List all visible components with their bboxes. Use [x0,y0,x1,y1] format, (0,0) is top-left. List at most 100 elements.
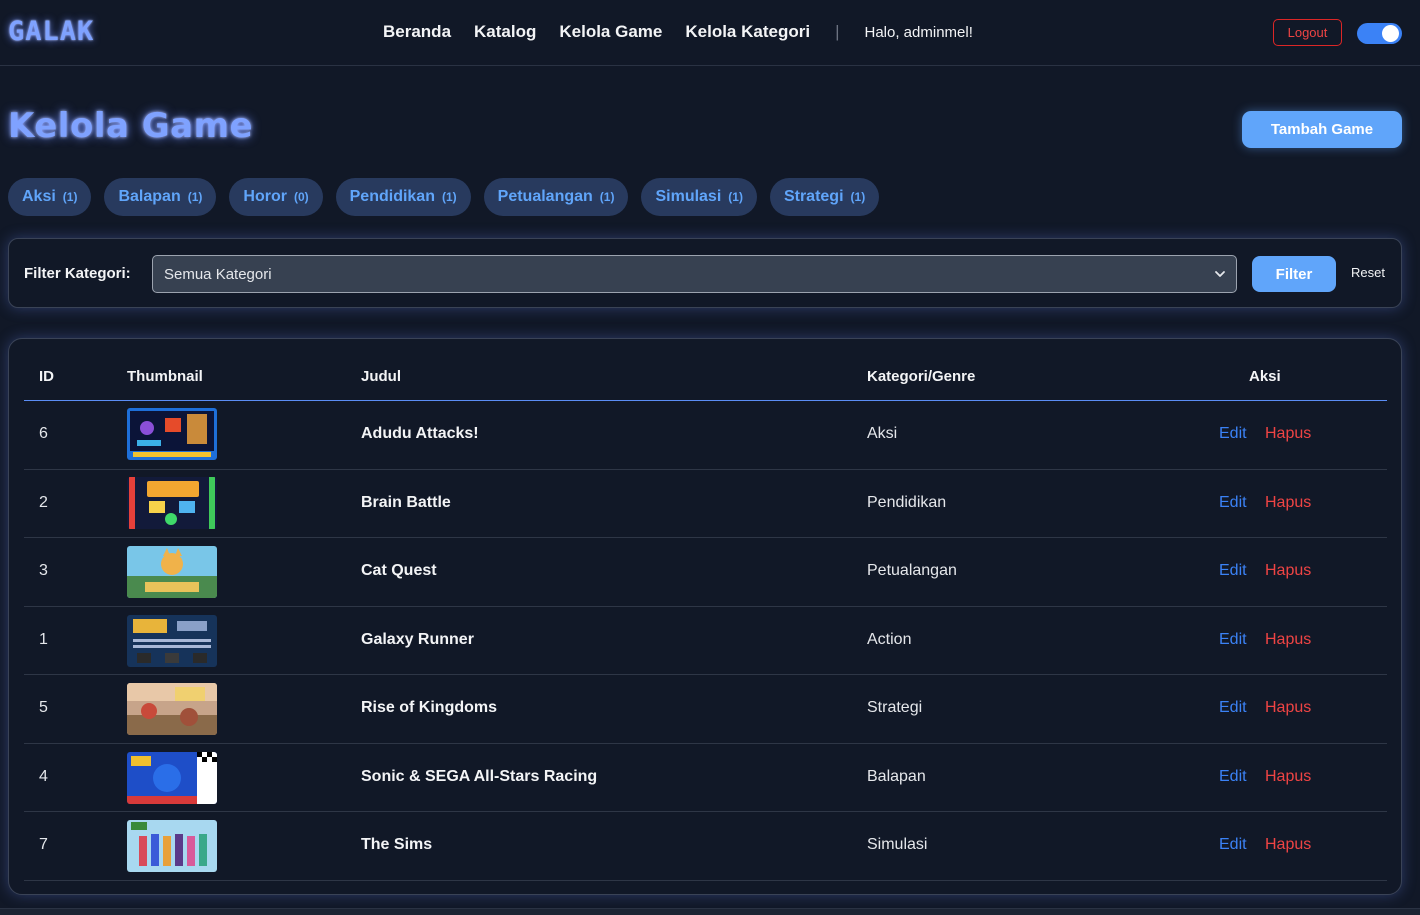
filter-panel: Filter Kategori: Semua Kategori Filter R… [8,238,1402,308]
header-actions: Aksi [1249,368,1281,385]
edit-button[interactable]: Edit [1219,425,1247,443]
delete-button[interactable]: Hapus [1265,631,1311,649]
game-thumbnail[interactable] [127,408,217,460]
row-category: Aksi [867,425,898,442]
delete-button[interactable]: Hapus [1265,836,1311,854]
header-thumbnail: Thumbnail [127,368,203,385]
theme-toggle[interactable] [1357,23,1402,44]
category-pill-pendidikan[interactable]: Pendidikan (1) [335,178,471,216]
navbar: GALAK Beranda Katalog Kelola Game Kelola… [0,0,1420,66]
nav-separator: | [835,22,840,41]
row-category: Balapan [867,768,926,785]
pill-label: Pendidikan [349,188,435,205]
row-id: 2 [39,494,48,511]
row-title: Cat Quest [361,562,437,579]
select-value: Semua Kategori [164,265,272,283]
header-id: ID [39,368,54,385]
table-row: 3 Cat Quest Petualangan Edit Hapus [24,538,1387,607]
category-pill-simulasi[interactable]: Simulasi (1) [641,178,757,216]
pill-label: Horor [243,188,287,205]
game-thumbnail[interactable] [127,752,217,804]
pill-label: Simulasi [655,188,722,205]
row-title: The Sims [361,836,433,853]
delete-button[interactable]: Hapus [1265,562,1311,580]
table-body: 6 Adudu Attacks! Aksi Edit Hapus 2 Brain… [24,401,1387,881]
filter-label: Filter Kategori: [24,265,131,282]
delete-button[interactable]: Hapus [1265,699,1311,717]
pill-label: Balapan [118,188,181,205]
pill-count: (1) [728,190,743,204]
pill-count: (1) [441,190,457,204]
row-category: Simulasi [867,836,928,853]
brand-logo[interactable]: GALAK [8,16,94,47]
category-pill-horor[interactable]: Horor (0) [229,178,323,216]
edit-button[interactable]: Edit [1219,699,1247,717]
pill-label: Aksi [22,188,56,205]
chevron-down-icon [1215,271,1225,277]
row-id: 7 [39,836,48,853]
row-title: Brain Battle [361,494,451,511]
table-row: 6 Adudu Attacks! Aksi Edit Hapus [24,401,1387,470]
header-title: Judul [361,368,401,385]
row-category: Petualangan [867,562,957,579]
category-pill-balapan[interactable]: Balapan (1) [104,178,217,216]
reset-button[interactable]: Reset [1351,265,1385,280]
table-row: 5 Rise of Kingdoms Strategi Edit Hapus [24,675,1387,744]
category-select[interactable]: Semua Kategori [152,255,1237,293]
edit-button[interactable]: Edit [1219,631,1247,649]
pill-count: (1) [62,190,78,204]
table-row: 4 Sonic & SEGA All-Stars Racing Balapan … [24,744,1387,812]
delete-button[interactable]: Hapus [1265,768,1311,786]
nav-link-katalog[interactable]: Katalog [474,22,536,42]
game-thumbnail[interactable] [127,546,217,598]
pill-count: (1) [599,190,615,204]
row-category: Pendidikan [867,494,947,511]
pill-label: Strategi [783,188,844,205]
row-category: Strategi [867,699,923,716]
table-row: 7 The Sims Simulasi Edit Hapus [24,812,1387,881]
category-pill-strategi[interactable]: Strategi (1) [769,178,880,216]
pill-count: (1) [850,190,866,204]
game-thumbnail[interactable] [127,477,217,529]
nav-links: Beranda Katalog Kelola Game Kelola Kateg… [383,22,973,42]
filter-button[interactable]: Filter [1252,256,1336,292]
toggle-knob [1382,25,1399,42]
logout-button[interactable]: Logout [1273,19,1342,46]
table-row: 1 Galaxy Runner Action Edit Hapus [24,607,1387,675]
edit-button[interactable]: Edit [1219,562,1247,580]
row-title: Adudu Attacks! [361,425,479,442]
row-category: Action [867,631,912,648]
row-id: 5 [39,699,48,716]
page-footer-edge [0,908,1420,915]
row-title: Sonic & SEGA All-Stars Racing [361,768,598,785]
add-game-button[interactable]: Tambah Game [1242,111,1402,148]
edit-button[interactable]: Edit [1219,768,1247,786]
table-row: 2 Brain Battle Pendidikan Edit Hapus [24,470,1387,538]
pill-count: (1) [187,190,203,204]
games-table: ID Thumbnail Judul Kategori/Genre Aksi 6… [8,338,1402,895]
row-id: 6 [39,425,48,442]
game-thumbnail[interactable] [127,683,217,735]
pill-count: (0) [293,190,309,204]
game-thumbnail[interactable] [127,820,217,872]
nav-link-kelola-game[interactable]: Kelola Game [559,22,662,42]
game-thumbnail[interactable] [127,615,217,667]
row-title: Rise of Kingdoms [361,699,498,716]
category-pill-petualangan[interactable]: Petualangan (1) [483,178,629,216]
category-pill-aksi[interactable]: Aksi (1) [8,178,92,216]
pill-label: Petualangan [497,188,593,205]
row-id: 4 [39,768,48,785]
page-title: Kelola Game [8,106,254,146]
row-id: 3 [39,562,48,579]
delete-button[interactable]: Hapus [1265,425,1311,443]
row-title: Galaxy Runner [361,631,474,648]
delete-button[interactable]: Hapus [1265,494,1311,512]
user-greeting: Halo, adminmel! [864,23,973,41]
edit-button[interactable]: Edit [1219,494,1247,512]
edit-button[interactable]: Edit [1219,836,1247,854]
row-id: 1 [39,631,48,648]
table-header: ID Thumbnail Judul Kategori/Genre Aksi [24,339,1387,401]
category-pills: Aksi (1) Balapan (1) Horor (0) Pendidikan (1… [8,178,880,216]
nav-link-kelola-kategori[interactable]: Kelola Kategori [685,22,810,42]
nav-link-beranda[interactable]: Beranda [383,22,451,42]
